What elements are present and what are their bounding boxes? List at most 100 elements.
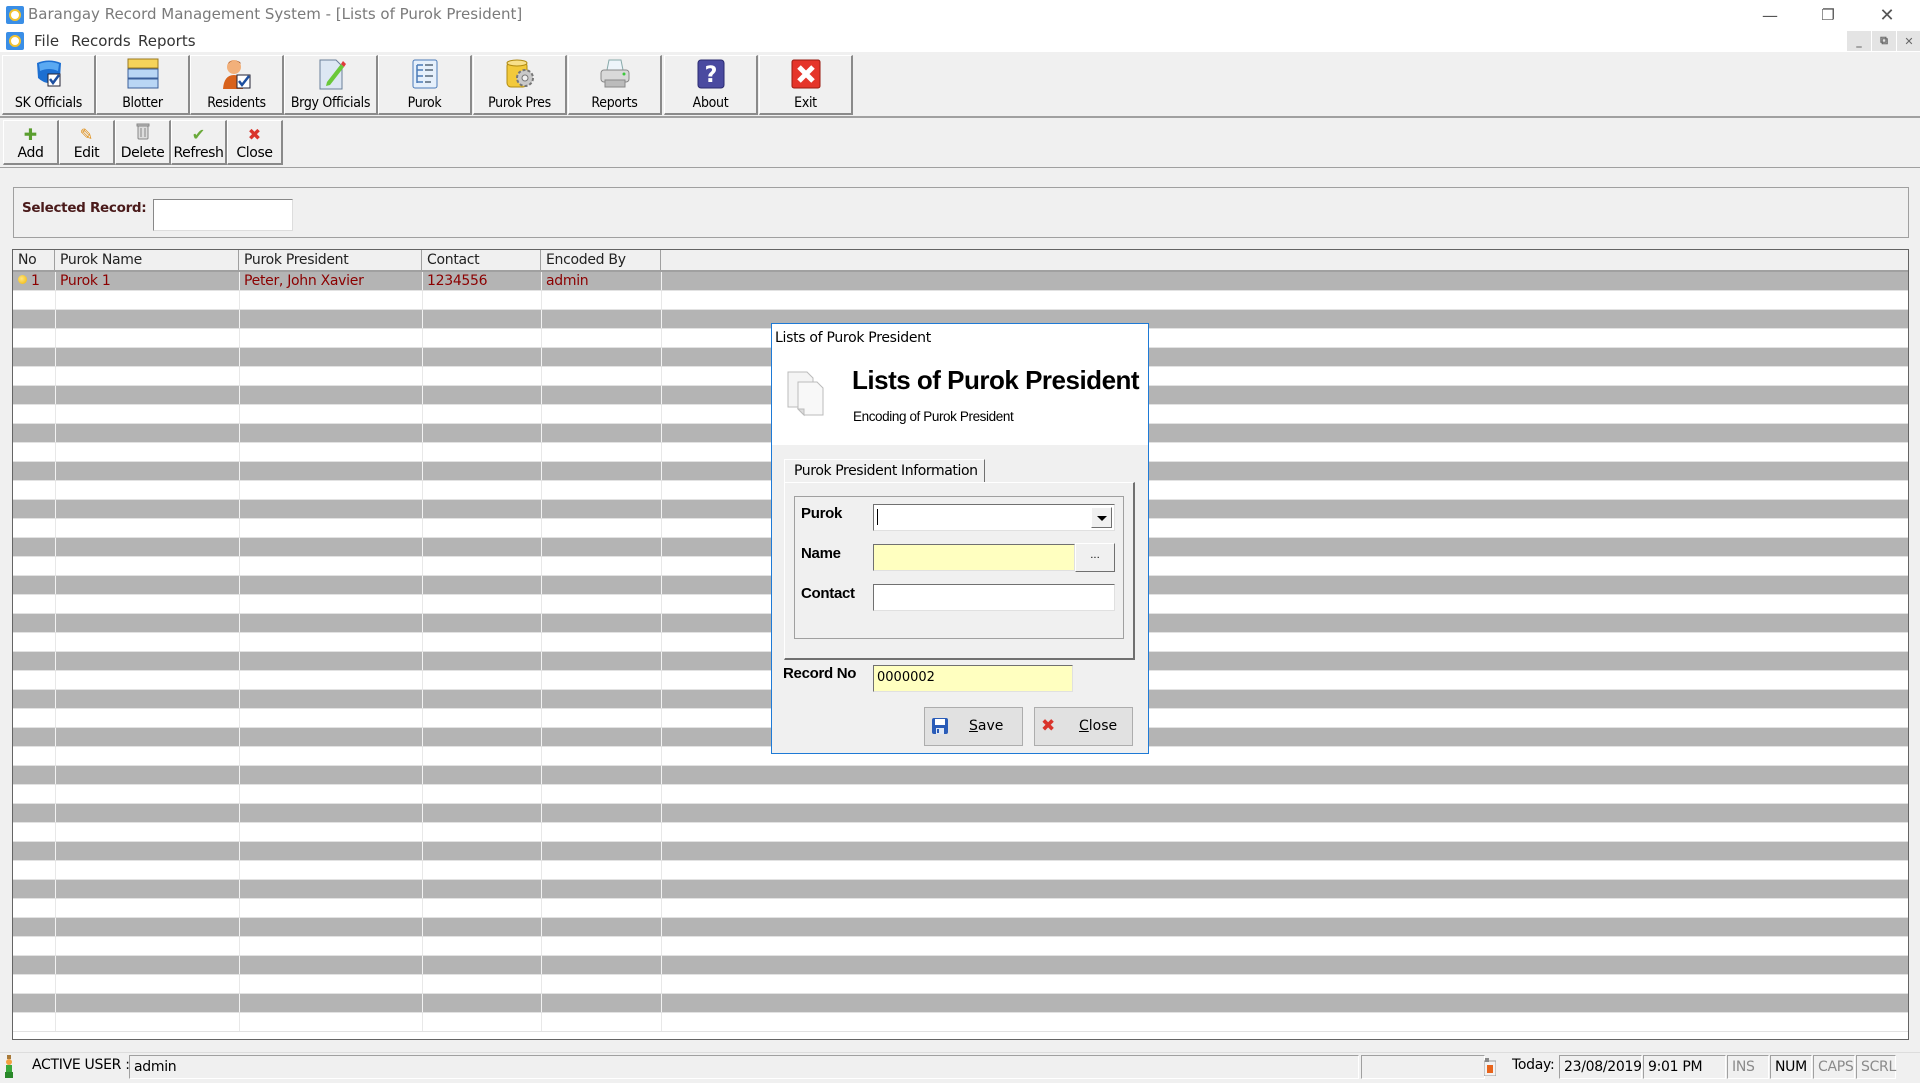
- column-separator: [661, 595, 662, 614]
- column-separator: [55, 405, 56, 424]
- reports-button[interactable]: Reports: [568, 55, 662, 115]
- column-separator: [541, 405, 542, 424]
- column-separator: [55, 538, 56, 557]
- column-header-encoded-by[interactable]: Encoded By: [541, 250, 661, 271]
- ins-indicator: INS: [1727, 1055, 1769, 1079]
- cell-encoded-by: admin: [546, 273, 589, 289]
- tab-purok-president-information[interactable]: Purok President Information: [784, 459, 985, 483]
- column-separator: [661, 804, 662, 823]
- column-separator: [239, 500, 240, 519]
- column-separator: [422, 956, 423, 975]
- column-separator: [422, 519, 423, 538]
- exit-icon: [790, 58, 822, 90]
- column-separator: [541, 766, 542, 785]
- column-separator: [541, 462, 542, 481]
- column-header-purok-name[interactable]: Purok Name: [55, 250, 239, 271]
- brgy-officials-button[interactable]: Brgy Officials: [284, 55, 378, 115]
- column-separator: [55, 291, 56, 310]
- residents-label: Residents: [207, 95, 266, 111]
- about-button[interactable]: ? About: [664, 55, 758, 115]
- table-row[interactable]: 1 Purok 1 Peter, John Xavier 1234556 adm…: [13, 272, 1908, 291]
- column-separator: [541, 899, 542, 918]
- mdi-close-button[interactable]: ✕: [1897, 31, 1920, 51]
- app-clock-icon: [6, 6, 24, 24]
- column-separator: [55, 443, 56, 462]
- column-separator: [55, 690, 56, 709]
- column-separator: [55, 880, 56, 899]
- column-separator: [661, 405, 662, 424]
- column-separator: [239, 709, 240, 728]
- minimize-window-button[interactable]: —: [1747, 0, 1793, 30]
- cell-purok-president: Peter, John Xavier: [244, 273, 364, 289]
- column-separator: [239, 861, 240, 880]
- exit-label: Exit: [794, 95, 817, 111]
- column-separator: [239, 557, 240, 576]
- column-separator: [239, 747, 240, 766]
- database-gear-icon: [504, 58, 536, 90]
- name-lookup-button[interactable]: ...: [1075, 543, 1115, 572]
- purok-pres-label: Purok Pres: [488, 95, 551, 111]
- purok-button[interactable]: Purok: [378, 55, 472, 115]
- cell-purok-name: Purok 1: [60, 273, 111, 289]
- column-separator: [55, 310, 56, 329]
- exit-button[interactable]: Exit: [759, 55, 853, 115]
- column-separator: [422, 424, 423, 443]
- column-header-no[interactable]: No: [13, 250, 55, 271]
- column-header-contact[interactable]: Contact: [422, 250, 541, 271]
- column-separator: [661, 766, 662, 785]
- close-window-button[interactable]: ✕: [1864, 0, 1910, 30]
- empty-row: [13, 804, 1908, 823]
- menu-records[interactable]: Records: [71, 32, 131, 50]
- column-separator: [422, 557, 423, 576]
- record-no-field[interactable]: 0000002: [873, 665, 1073, 692]
- add-label: Add: [17, 145, 44, 161]
- contact-field[interactable]: [873, 584, 1115, 611]
- blotter-button[interactable]: Blotter: [96, 55, 190, 115]
- column-header-purok-president[interactable]: Purok President: [239, 250, 422, 271]
- sk-officials-button[interactable]: SK Officials: [2, 55, 96, 115]
- close-dialog-label: Close: [1079, 718, 1117, 734]
- column-separator: [422, 500, 423, 519]
- column-separator: [422, 633, 423, 652]
- column-separator: [661, 747, 662, 766]
- restore-window-button[interactable]: ❐: [1805, 0, 1851, 30]
- column-separator: [422, 880, 423, 899]
- column-separator: [239, 348, 240, 367]
- name-field[interactable]: [873, 544, 1075, 571]
- column-separator: [239, 899, 240, 918]
- column-separator: [239, 576, 240, 595]
- purok-pres-button[interactable]: Purok Pres: [473, 55, 567, 115]
- column-separator: [239, 462, 240, 481]
- empty-row: [13, 842, 1908, 861]
- empty-row: [13, 880, 1908, 899]
- column-separator: [55, 728, 56, 747]
- menu-file[interactable]: File: [34, 32, 59, 50]
- purok-dropdown-arrow-icon[interactable]: [1091, 507, 1112, 528]
- save-button[interactable]: Save: [924, 707, 1023, 746]
- refresh-label: Refresh: [173, 145, 224, 161]
- mdi-child-clock-icon[interactable]: [6, 32, 24, 50]
- mdi-minimize-button[interactable]: _: [1847, 31, 1871, 51]
- column-separator: [661, 538, 662, 557]
- purok-combobox[interactable]: [873, 504, 1115, 531]
- close-form-button[interactable]: ✖ Close: [227, 120, 283, 165]
- empty-row: [13, 1013, 1908, 1032]
- column-separator: [422, 272, 423, 291]
- column-separator: [239, 272, 240, 291]
- refresh-button[interactable]: ✔ Refresh: [171, 120, 227, 165]
- close-dialog-button[interactable]: ✖ Close: [1034, 707, 1133, 746]
- calendar-icon: [1483, 1058, 1497, 1077]
- edit-button[interactable]: ✎ Edit: [59, 120, 115, 165]
- column-separator: [55, 918, 56, 937]
- column-separator: [661, 652, 662, 671]
- column-separator: [239, 538, 240, 557]
- caps-indicator: CAPS: [1813, 1055, 1855, 1079]
- user-check-icon: [221, 58, 253, 90]
- delete-button[interactable]: Delete: [115, 120, 171, 165]
- add-button[interactable]: ✚ Add: [3, 120, 59, 165]
- mdi-restore-button[interactable]: ⧉: [1872, 31, 1896, 51]
- column-separator: [422, 690, 423, 709]
- selected-record-field[interactable]: [153, 199, 293, 231]
- residents-button[interactable]: Residents: [190, 55, 284, 115]
- menu-reports[interactable]: Reports: [138, 32, 196, 50]
